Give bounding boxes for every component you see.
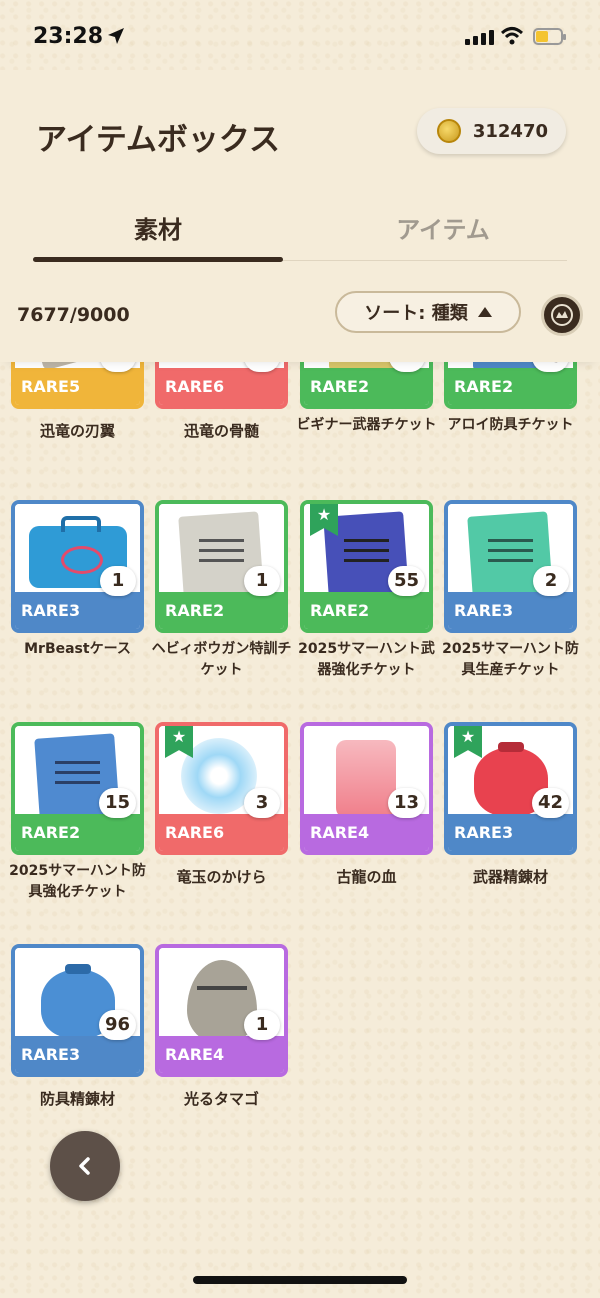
item-card[interactable]: ★ RARE3 42 <box>444 722 577 855</box>
item-card[interactable]: RARE3 96 <box>11 944 144 1077</box>
item-name: MrBeastケース <box>24 641 131 657</box>
rarity-label: RARE3 <box>448 592 573 629</box>
rarity-label: RARE5 <box>15 368 140 405</box>
item-card[interactable]: RARE2 1 <box>155 500 288 633</box>
item-count-badge: 1 <box>244 566 280 596</box>
rarity-label: RARE3 <box>448 814 573 851</box>
page-title: アイテムボックス <box>36 122 280 158</box>
item-name: ヘビィボウガン特訓チケット <box>151 641 292 678</box>
tab-items[interactable]: アイテム <box>318 210 568 245</box>
item-name: 竜玉のかけら <box>176 868 267 886</box>
rarity-label: RARE2 <box>304 592 429 629</box>
chevron-left-icon <box>79 1157 90 1175</box>
rarity-label: RARE6 <box>159 368 284 405</box>
header: アイテムボックス 312470 素材 アイテム 7677/9000 ソート: 種… <box>0 70 600 362</box>
item-name: 光るタマゴ <box>183 1090 259 1108</box>
item-card[interactable]: ★ RARE6 3 <box>155 722 288 855</box>
storage-capacity: 7677/9000 <box>17 304 130 326</box>
item-name: アロイ防具チケット <box>447 417 574 433</box>
item-count-badge: 13 <box>387 788 425 818</box>
back-button[interactable] <box>50 1131 120 1201</box>
item-card[interactable]: RARE215 <box>11 722 144 855</box>
item-name: 防具精錬材 <box>39 1090 115 1108</box>
coin-icon <box>436 119 461 143</box>
monster-filter-button[interactable] <box>541 294 583 336</box>
item-count-badge: 3 <box>244 788 280 818</box>
sort-ascending-icon <box>477 307 492 317</box>
coin-value: 312470 <box>472 120 548 142</box>
item-name: 2025サマーハント武器強化チケット <box>298 641 435 678</box>
item-name: ビギナー武器チケット <box>296 417 437 433</box>
sort-label: ソート: 種類 <box>364 303 468 324</box>
item-name: 迅竜の骨髄 <box>183 422 259 440</box>
item-count-badge: 1 <box>244 1010 280 1040</box>
rarity-label: RARE2 <box>15 814 140 851</box>
item-name: 2025サマーハント防具強化チケット <box>9 863 146 900</box>
item-name: 2025サマーハント防具生産チケット <box>442 641 579 678</box>
rarity-label: RARE3 <box>15 1036 140 1073</box>
item-card[interactable]: RARE4 13 <box>300 722 433 855</box>
item-card[interactable]: ★ RARE2 55 <box>300 500 433 633</box>
item-card[interactable]: RARE3 2 <box>444 500 577 633</box>
rarity-label: RARE2 <box>159 592 284 629</box>
item-count-badge: 55 <box>387 566 425 596</box>
item-card[interactable]: RARE4 1 <box>155 944 288 1077</box>
item-count-badge: 96 <box>98 1010 136 1040</box>
active-tab-indicator <box>33 257 283 262</box>
item-count-badge: 42 <box>531 788 569 818</box>
item-name: 古龍の血 <box>336 868 397 886</box>
monster-filter-icon <box>551 304 573 326</box>
item-count-badge: 1 <box>100 566 136 596</box>
coin-balance[interactable]: 312470 <box>416 108 566 154</box>
rarity-label: RARE4 <box>159 1036 284 1073</box>
item-card[interactable]: RARE3 1 <box>11 500 144 633</box>
rarity-label: RARE6 <box>159 814 284 851</box>
tab-materials[interactable]: 素材 <box>33 210 283 245</box>
rarity-label: RARE4 <box>304 814 429 851</box>
item-count-badge: 2 <box>533 566 569 596</box>
rarity-label: RARE2 <box>448 368 573 405</box>
rarity-label: RARE2 <box>304 368 429 405</box>
item-name: 武器精錬材 <box>472 868 548 886</box>
rarity-label: RARE3 <box>15 592 140 629</box>
home-indicator <box>193 1276 407 1284</box>
item-count-badge: 15 <box>98 788 136 818</box>
item-name: 迅竜の刃翼 <box>39 422 115 440</box>
sort-button[interactable]: ソート: 種類 <box>335 291 521 333</box>
